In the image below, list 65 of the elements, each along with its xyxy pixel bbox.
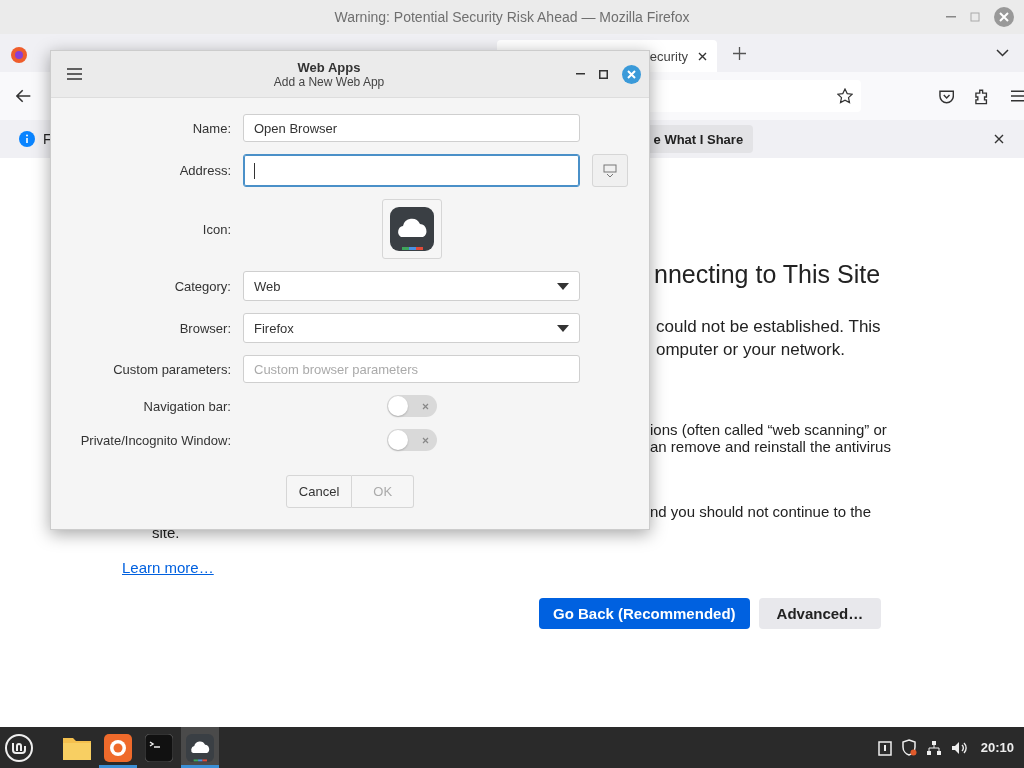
caret-icon xyxy=(557,324,569,332)
cloud-app-icon xyxy=(389,207,434,251)
text-field[interactable]: Custom browser parameters xyxy=(243,355,580,383)
text-field[interactable]: Open Browser xyxy=(243,114,580,142)
caret-icon xyxy=(557,282,569,290)
window-title: Warning: Potential Security Risk Ahead — Mozilla Firefox xyxy=(334,9,690,25)
volume-icon xyxy=(950,740,968,755)
clock: 20:10 xyxy=(980,740,1014,755)
pocket-icon xyxy=(939,88,955,104)
secondary-button[interactable]: Advanced… xyxy=(758,598,882,629)
info-icon xyxy=(19,131,35,147)
close-icon xyxy=(994,134,1004,144)
network-icon xyxy=(925,739,942,756)
menu-icon xyxy=(1010,90,1024,102)
field-label: Name: xyxy=(191,120,231,136)
paragraph-line: site. xyxy=(152,524,180,541)
address-field[interactable] xyxy=(243,154,580,187)
paragraph-line: nd you should not continue to the xyxy=(649,503,872,520)
learn-more-link[interactable]: Learn more… xyxy=(122,559,214,576)
paragraph-line: an remove and reinstall the antivirus xyxy=(649,438,892,455)
minimize-icon xyxy=(576,73,585,75)
browser-logo-icon xyxy=(11,47,27,63)
x-icon xyxy=(421,402,429,410)
dropdown[interactable]: Firefox xyxy=(243,313,580,343)
icon-picker-button[interactable] xyxy=(381,199,442,259)
toggle-switch[interactable] xyxy=(386,395,437,417)
menu-icon xyxy=(67,68,82,80)
x-icon xyxy=(421,436,429,444)
close-icon xyxy=(994,7,1014,27)
maximize-icon xyxy=(970,12,980,22)
maximize-icon xyxy=(599,69,608,79)
toggle-switch[interactable] xyxy=(386,429,437,451)
terminal-icon xyxy=(145,733,173,762)
dialog-title: Web Apps xyxy=(297,59,361,75)
monitor-icon xyxy=(603,163,617,178)
field-label: Navigation bar: xyxy=(142,398,231,414)
field-label: Custom parameters: xyxy=(112,361,231,377)
close-icon xyxy=(698,51,707,61)
dialog-button[interactable]: Cancel xyxy=(285,475,353,508)
paragraph-line: omputer or your network. xyxy=(655,339,846,361)
browser-icon xyxy=(104,733,132,762)
error-heading: nnecting to This Site xyxy=(654,260,882,289)
field-label: Address: xyxy=(178,163,231,178)
field-label: Category: xyxy=(173,278,231,294)
back-arrow-icon xyxy=(16,89,32,103)
shield-icon xyxy=(900,739,917,756)
cloud-app-icon xyxy=(186,733,214,762)
fetch-button[interactable] xyxy=(592,154,628,187)
plus-icon xyxy=(733,46,746,60)
chevron-down-icon xyxy=(996,49,1009,57)
dialog-subtitle: Add a New Web App xyxy=(273,74,385,89)
paragraph-line: ions (often called “web scanning” or xyxy=(649,421,888,438)
primary-button[interactable]: Go Back (Recommended) xyxy=(539,598,750,629)
paragraph-line: could not be established. This xyxy=(655,316,882,338)
minimize-icon xyxy=(946,16,956,18)
clipboard-icon xyxy=(877,739,892,756)
menu-logo-icon xyxy=(4,732,34,763)
field-label: Browser: xyxy=(178,320,231,336)
puzzle-icon xyxy=(974,87,990,105)
dropdown[interactable]: Web xyxy=(243,271,580,301)
taskbar-app[interactable] xyxy=(181,727,219,768)
close-icon xyxy=(622,64,641,84)
star-icon xyxy=(837,88,854,104)
field-label: Icon: xyxy=(201,221,231,237)
field-label: Private/Incognito Window: xyxy=(79,432,231,448)
